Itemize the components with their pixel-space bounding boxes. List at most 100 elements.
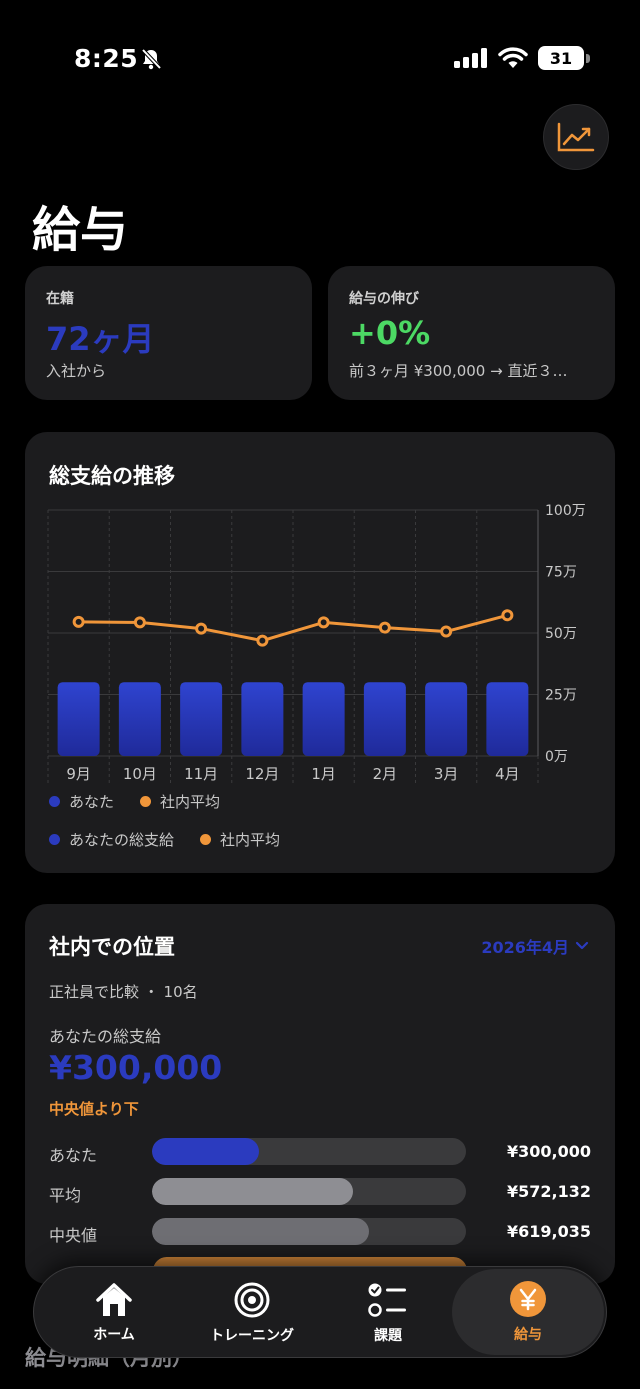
tab-tasks[interactable]: 課題 (332, 1267, 444, 1359)
tab-bar: ホーム トレーニング 課題 給与 (33, 1266, 607, 1358)
checklist-icon (368, 1283, 406, 1317)
y-tick-label: 0万 (545, 749, 568, 765)
legend-dot-company-average (200, 834, 212, 845)
growth-label: 給与の伸び (349, 291, 419, 307)
tenure-label: 在籍 (46, 291, 74, 307)
rank-row-median: 中央値 ¥619,035 (49, 1218, 591, 1246)
target-icon (234, 1282, 270, 1318)
y-tick-label: 25万 (545, 688, 577, 704)
rank-track-you (152, 1138, 466, 1165)
x-tick-label: 10月 (123, 765, 157, 783)
bar-2月 (363, 682, 406, 756)
legend-item-average: 社内平均 (140, 791, 220, 812)
line-chart-icon (557, 122, 595, 152)
rank-value-median: ¥619,035 (506, 1222, 591, 1241)
bell-slash-icon (141, 48, 162, 70)
legend-label-you: あなた (69, 793, 115, 811)
trend-card: 総支給の推移 0万 25万 50万 75万 100万 9月 10月 11月 12月 1月 2月 3月 4… (25, 432, 615, 873)
legend-label-your-gross: あなたの総支給 (69, 831, 175, 849)
trend-legend-bottom: あなたの総支給 社内平均 (49, 829, 306, 850)
median-status: 中央値より下 (49, 1100, 139, 1118)
bar-1月 (302, 682, 345, 756)
wifi-icon (498, 47, 528, 68)
bar-10月 (118, 682, 161, 756)
x-tick-label: 2月 (373, 765, 398, 783)
tenure-sub: 入社から (46, 362, 107, 380)
rank-value-you: ¥300,000 (506, 1142, 591, 1161)
position-title: 社内での位置 (49, 935, 175, 959)
tab-salary[interactable]: 給与 (452, 1269, 604, 1355)
y-tick-label: 50万 (545, 626, 577, 642)
average-point-4月 (501, 609, 514, 622)
house-icon (96, 1283, 132, 1316)
rank-bar-you (152, 1138, 259, 1165)
legend-item-company-average: 社内平均 (200, 829, 280, 850)
bar-3月 (425, 682, 468, 756)
period-label: 2026年4月 (481, 938, 569, 957)
battery-tip (586, 54, 590, 63)
compare-note: 正社員で比較 ・ 10名 (49, 983, 198, 1001)
average-point-1月 (317, 616, 330, 629)
average-point-3月 (440, 625, 453, 638)
bar-11月 (180, 682, 223, 756)
bar-12月 (241, 682, 284, 756)
rank-bar-average (152, 1178, 353, 1205)
legend-dot-average (140, 796, 152, 807)
legend-item-your-gross: あなたの総支給 (49, 829, 174, 850)
x-tick-label: 9月 (66, 765, 91, 783)
growth-card: 給与の伸び +0% 前３ヶ月 ¥300,000 → 直近３… (328, 266, 615, 400)
average-point-12月 (256, 634, 269, 647)
page-title: 給与 (32, 202, 129, 258)
tab-label-home: ホーム (93, 1327, 135, 1343)
average-point-2月 (378, 621, 391, 634)
tab-label-training: トレーニング (210, 1328, 294, 1344)
battery-indicator: 31 (538, 46, 584, 70)
tab-label-salary: 給与 (514, 1327, 542, 1343)
x-tick-label: 11月 (184, 765, 218, 783)
growth-value: +0% (349, 314, 431, 352)
legend-label-average: 社内平均 (160, 793, 221, 811)
x-tick-label: 3月 (434, 765, 459, 783)
growth-sub: 前３ヶ月 ¥300,000 → 直近３… (349, 362, 568, 380)
average-point-9月 (72, 615, 85, 628)
legend-item-you: あなた (49, 791, 114, 812)
rank-row-you: あなた ¥300,000 (49, 1138, 591, 1166)
rank-track-median (152, 1218, 466, 1245)
position-card: 社内での位置 2026年4月 正社員で比較 ・ 10名 あなたの総支給 ¥300… (25, 904, 615, 1284)
average-point-11月 (195, 622, 208, 635)
rank-row-average: 平均 ¥572,132 (49, 1178, 591, 1206)
rank-label-median: 中央値 (49, 1226, 98, 1245)
rank-label-average: 平均 (49, 1186, 82, 1205)
chevron-down-icon (575, 941, 589, 950)
trend-legend-inline: あなた 社内平均 (49, 791, 246, 812)
rank-label-you: あなた (49, 1146, 98, 1165)
tab-training[interactable]: トレーニング (192, 1267, 312, 1359)
x-tick-label: 4月 (495, 765, 520, 783)
rank-bar-median (152, 1218, 369, 1245)
bar-4月 (486, 682, 529, 756)
status-bar: 8:25 31 (0, 0, 640, 110)
trend-title: 総支給の推移 (49, 464, 175, 488)
yen-icon (510, 1281, 546, 1317)
rank-track-average (152, 1178, 466, 1205)
x-tick-label: 12月 (245, 765, 279, 783)
tab-home[interactable]: ホーム (56, 1267, 172, 1359)
x-tick-label: 1月 (311, 765, 336, 783)
gross-label: あなたの総支給 (49, 1027, 162, 1046)
tenure-value: 72ヶ月 (46, 320, 155, 358)
legend-label-company-average: 社内平均 (220, 831, 281, 849)
y-tick-label: 100万 (545, 503, 586, 519)
tenure-card: 在籍 72ヶ月 入社から (25, 266, 312, 400)
legend-dot-your-gross (49, 834, 60, 845)
status-time: 8:25 (74, 44, 139, 73)
period-selector[interactable]: 2026年4月 (481, 934, 589, 958)
cellular-signal-icon (454, 48, 487, 68)
gross-value: ¥300,000 (49, 1048, 223, 1087)
average-point-10月 (133, 616, 146, 629)
legend-dot-you (49, 796, 60, 807)
rank-value-average: ¥572,132 (506, 1182, 591, 1201)
trend-chart-button[interactable] (543, 104, 609, 170)
tab-label-tasks: 課題 (374, 1328, 402, 1344)
y-tick-label: 75万 (545, 565, 577, 581)
bar-9月 (57, 682, 100, 756)
